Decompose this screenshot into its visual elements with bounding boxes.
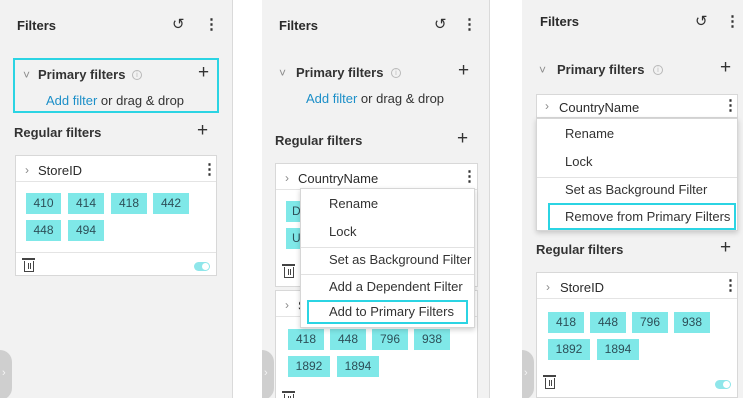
more-icon[interactable]: ⋮ — [462, 169, 477, 185]
primary-filters-label: Primary filters — [38, 67, 126, 82]
primary-filters-label: Primary filters — [296, 65, 384, 80]
filter-chip[interactable]: 1892 — [548, 339, 590, 360]
info-icon[interactable]: i — [653, 65, 663, 75]
reset-icon[interactable]: ↺ — [695, 14, 708, 30]
menu-item-lock[interactable]: Lock — [301, 218, 474, 246]
drag-drop-text: or drag & drop — [357, 91, 445, 106]
filter-card-title: CountryName — [298, 171, 379, 186]
menu-item-remove-from-primary[interactable]: Remove from Primary Filters — [548, 203, 736, 230]
filter-card-title: CountryName — [559, 100, 640, 115]
card-divider — [537, 298, 737, 299]
add-filter-link[interactable]: Add filter — [46, 93, 97, 108]
expand-tab[interactable]: › — [0, 350, 12, 398]
card-divider — [16, 252, 216, 253]
menu-item-rename[interactable]: Rename — [301, 190, 474, 218]
filter-chip[interactable]: 796 — [632, 312, 668, 333]
filter-chip[interactable]: 418 — [548, 312, 584, 333]
filter-chip[interactable]: 410 — [26, 193, 61, 214]
filter-chip[interactable]: 796 — [372, 329, 408, 350]
panel-title: Filters — [17, 18, 57, 33]
filter-card-storeid: › StoreID ⋮ 410 414 418 442 448 494 — [15, 155, 217, 276]
filter-card-storeid: › StoreID ⋮ 418 448 796 938 1892 1894 — [536, 272, 738, 398]
chevron-down-icon[interactable]: ˅ — [539, 63, 546, 77]
menu-item-set-background[interactable]: Set as Background Filter — [301, 246, 474, 274]
toggle-switch[interactable] — [715, 380, 731, 389]
filter-chip[interactable]: 448 — [590, 312, 626, 333]
filters-panel-1: Filters ↺ ⋮ ˅ Primary filters i + Add fi… — [0, 0, 233, 398]
primary-filters-section: ˅ Primary filters i + Add filter or drag… — [13, 58, 219, 113]
filter-chip[interactable]: 1894 — [337, 356, 379, 377]
filter-chip[interactable]: 1894 — [597, 339, 639, 360]
info-icon[interactable]: i — [132, 70, 142, 80]
filter-context-menu: Rename Lock Set as Background Filter Rem… — [536, 118, 738, 231]
card-divider — [16, 181, 216, 182]
filter-card-title: StoreID — [38, 163, 83, 178]
more-icon[interactable]: ⋮ — [202, 162, 217, 178]
filter-chip[interactable]: 448 — [26, 220, 61, 241]
filter-chip[interactable]: 418 — [288, 329, 324, 350]
toggle-switch[interactable] — [194, 262, 210, 271]
trash-icon[interactable] — [22, 258, 35, 272]
add-regular-filter-button[interactable]: + — [457, 129, 468, 148]
add-filter-link[interactable]: Add filter — [306, 91, 357, 106]
add-regular-filter-button[interactable]: + — [197, 121, 208, 140]
filter-card-title: StoreID — [560, 280, 605, 295]
filter-chip[interactable]: 418 — [111, 193, 147, 214]
more-icon[interactable]: ⋮ — [462, 17, 477, 33]
filters-panel-2: Filters ↺ ⋮ ˅ Primary filters i + Add fi… — [262, 0, 490, 398]
filter-chip[interactable]: 414 — [68, 193, 104, 214]
chevron-right-icon: › — [264, 367, 268, 379]
add-primary-filter-button[interactable]: + — [720, 58, 731, 77]
primary-filter-card-countryname: › CountryName ⋮ — [536, 94, 738, 118]
filter-chip[interactable]: 1892 — [288, 356, 330, 377]
more-icon[interactable]: ⋮ — [723, 98, 738, 114]
primary-filters-label: Primary filters — [557, 62, 645, 77]
filter-chip[interactable]: 938 — [674, 312, 710, 333]
expand-tab[interactable]: › — [262, 350, 274, 398]
trash-icon[interactable] — [282, 391, 295, 398]
add-filter-row: Add filter or drag & drop — [306, 90, 444, 108]
filter-chip[interactable]: 494 — [68, 220, 104, 241]
panel-title: Filters — [540, 14, 580, 29]
chevron-right-icon[interactable]: › — [546, 280, 550, 294]
more-icon[interactable]: ⋮ — [723, 278, 738, 294]
filters-panel-3: Filters ↺ ⋮ ˅ Primary filters i + › Coun… — [522, 0, 743, 398]
chevron-down-icon[interactable]: ˅ — [23, 68, 30, 82]
filter-context-menu: Rename Lock Set as Background Filter Add… — [300, 188, 475, 328]
filter-chip[interactable]: 938 — [414, 329, 450, 350]
menu-item-rename[interactable]: Rename — [537, 120, 737, 148]
chevron-right-icon[interactable]: › — [545, 99, 549, 113]
reset-icon[interactable]: ↺ — [172, 17, 185, 33]
chevron-down-icon[interactable]: ˅ — [279, 66, 286, 80]
regular-filters-label: Regular filters — [275, 133, 363, 148]
info-icon[interactable]: i — [391, 68, 401, 78]
chevron-right-icon[interactable]: › — [25, 163, 29, 177]
chevron-right-icon: › — [2, 367, 6, 379]
more-icon[interactable]: ⋮ — [204, 17, 219, 33]
chevron-right-icon[interactable]: › — [285, 171, 289, 185]
expand-tab[interactable]: › — [522, 350, 534, 398]
chevron-right-icon: › — [524, 367, 528, 379]
menu-item-add-dependent[interactable]: Add a Dependent Filter — [301, 273, 474, 301]
menu-item-add-to-primary[interactable]: Add to Primary Filters — [307, 300, 468, 324]
reset-icon[interactable]: ↺ — [434, 17, 447, 33]
add-filter-row: Add filter or drag & drop — [46, 92, 184, 110]
filter-chip[interactable]: 442 — [153, 193, 189, 214]
regular-filters-label: Regular filters — [14, 125, 102, 140]
more-icon[interactable]: ⋮ — [725, 14, 740, 30]
menu-item-set-background[interactable]: Set as Background Filter — [537, 176, 737, 204]
filter-chip[interactable]: 448 — [330, 329, 366, 350]
chevron-right-icon[interactable]: › — [285, 298, 289, 312]
panel-title: Filters — [279, 18, 319, 33]
drag-drop-text: or drag & drop — [97, 93, 185, 108]
add-primary-filter-button[interactable]: + — [458, 61, 469, 80]
trash-icon[interactable] — [282, 264, 295, 278]
add-primary-filter-button[interactable]: + — [198, 63, 209, 82]
regular-filters-label: Regular filters — [536, 242, 624, 257]
menu-item-lock[interactable]: Lock — [537, 148, 737, 176]
trash-icon[interactable] — [543, 375, 556, 389]
add-regular-filter-button[interactable]: + — [720, 238, 731, 257]
